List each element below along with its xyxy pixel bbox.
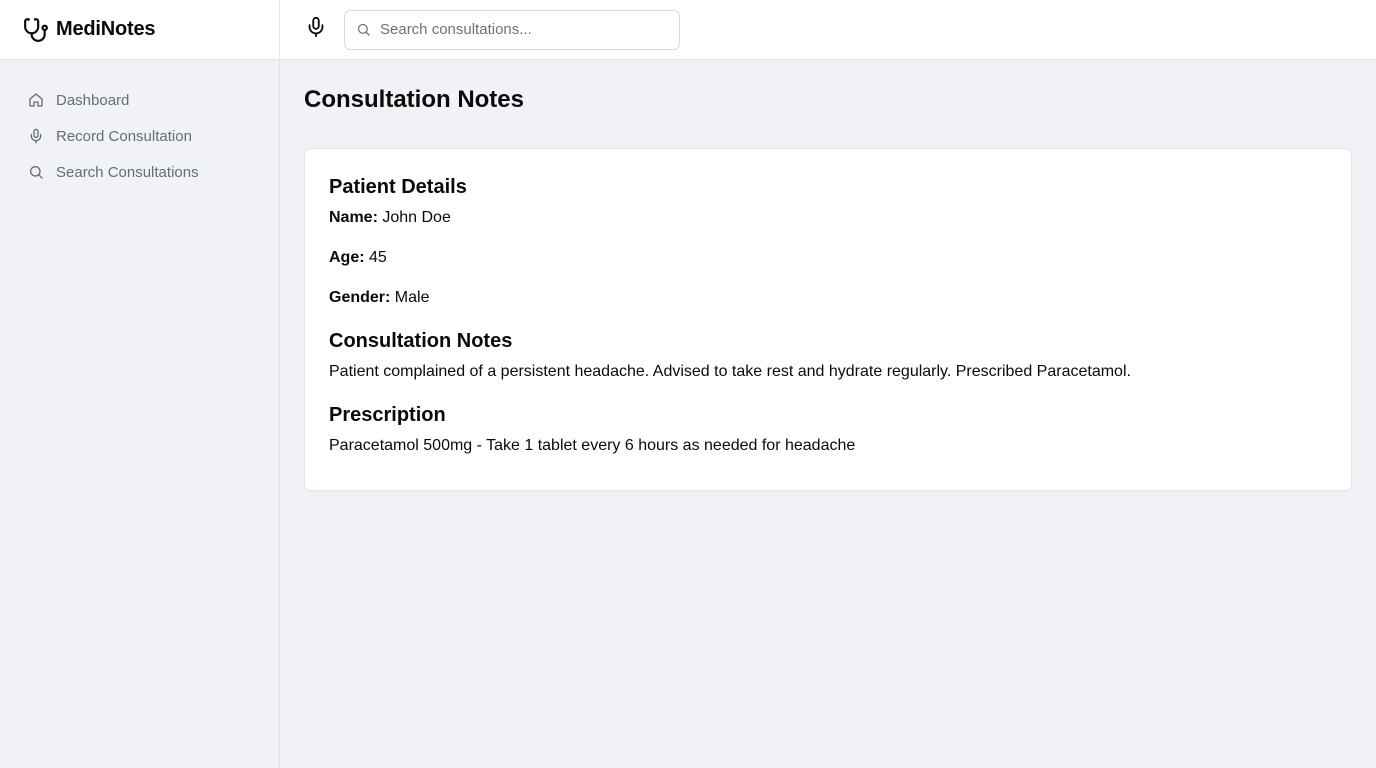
app-root: MediNotes Dashboard Record Consultation …	[0, 0, 1376, 768]
name-label: Name:	[329, 209, 378, 226]
main-area: Consultation Notes Patient Details Name:…	[280, 0, 1376, 768]
gender-value: Male	[394, 289, 430, 306]
app-name: MediNotes	[56, 18, 156, 40]
topbar	[280, 0, 1376, 60]
sidebar-item-label: Dashboard	[56, 91, 130, 109]
name-value: John Doe	[382, 209, 451, 226]
patient-name: Name: John Doe	[329, 208, 1327, 228]
search-icon	[356, 22, 372, 38]
consultation-notes-text: Patient complained of a persistent heada…	[329, 363, 1131, 380]
page-title: Consultation Notes	[304, 86, 524, 113]
brand[interactable]: MediNotes	[0, 0, 279, 60]
search-box	[344, 9, 680, 50]
sidebar-item-search-consultations[interactable]: Search Consultations	[28, 154, 279, 190]
search-icon	[28, 164, 44, 180]
sidebar: MediNotes Dashboard Record Consultation …	[0, 0, 280, 768]
age-value: 45	[369, 249, 387, 266]
content: Consultation Notes Patient Details Name:…	[280, 60, 1376, 491]
home-icon	[28, 92, 44, 108]
sidebar-item-label: Record Consultation	[56, 127, 192, 145]
sidebar-nav: Dashboard Record Consultation Search Con…	[0, 60, 279, 190]
sidebar-item-record-consultation[interactable]: Record Consultation	[28, 118, 279, 154]
stethoscope-icon	[23, 17, 49, 43]
patient-details-heading: Patient Details	[329, 176, 467, 198]
mic-icon	[28, 128, 44, 144]
mic-icon	[305, 16, 327, 43]
sidebar-item-dashboard[interactable]: Dashboard	[28, 82, 279, 118]
patient-gender: Gender: Male	[329, 288, 1327, 308]
prescription-text: Paracetamol 500mg - Take 1 tablet every …	[329, 437, 856, 454]
consultation-notes-heading: Consultation Notes	[329, 330, 513, 352]
gender-label: Gender:	[329, 289, 391, 306]
sidebar-item-label: Search Consultations	[56, 163, 199, 181]
consultation-card: Patient Details Name: John Doe Age: 45 G…	[304, 148, 1352, 491]
patient-age: Age: 45	[329, 248, 1327, 268]
prescription-heading: Prescription	[329, 404, 446, 426]
age-label: Age:	[329, 249, 365, 266]
search-input[interactable]	[380, 21, 679, 38]
record-mic-button[interactable]	[304, 16, 328, 43]
